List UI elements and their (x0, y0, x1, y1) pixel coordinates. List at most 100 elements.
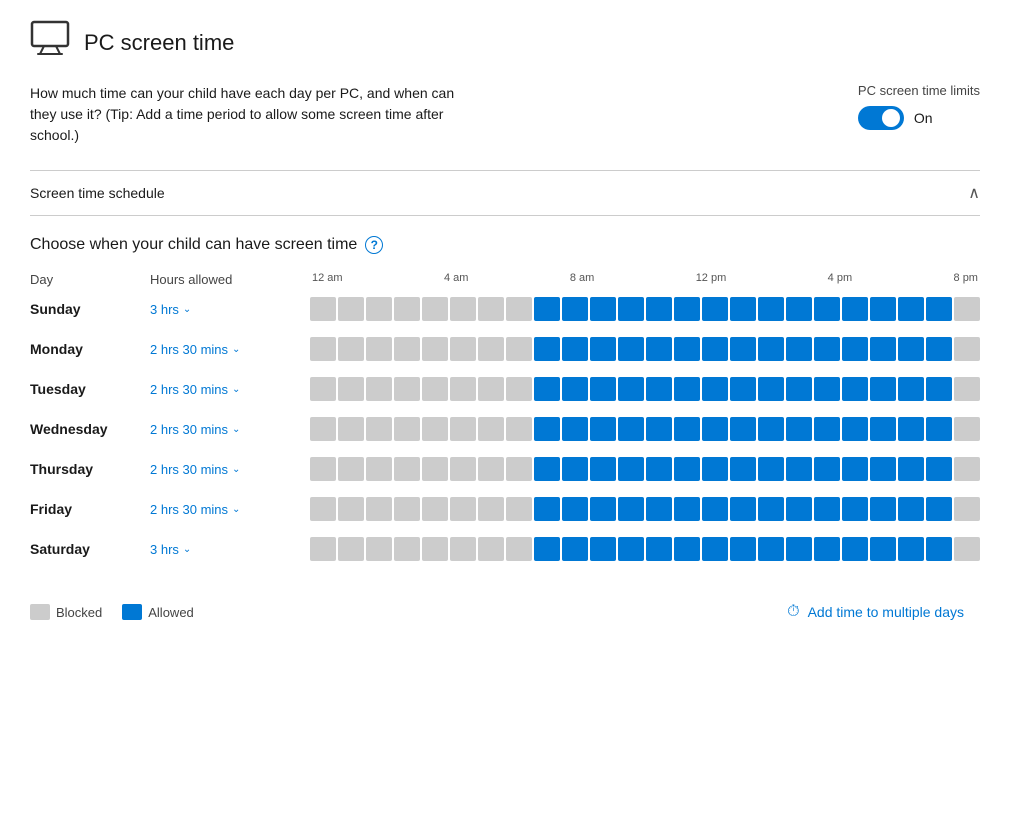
time-block[interactable] (618, 337, 644, 361)
time-block[interactable] (842, 297, 868, 321)
hours-allowed-saturday[interactable]: 3 hrs ⌄ (150, 542, 310, 557)
time-block[interactable] (954, 337, 980, 361)
time-block[interactable] (310, 537, 336, 561)
time-block[interactable] (394, 457, 420, 481)
time-block[interactable] (954, 417, 980, 441)
time-block[interactable] (394, 297, 420, 321)
time-block[interactable] (450, 457, 476, 481)
time-block[interactable] (646, 337, 672, 361)
time-block[interactable] (366, 297, 392, 321)
time-block[interactable] (338, 457, 364, 481)
time-block[interactable] (562, 497, 588, 521)
time-block[interactable] (478, 337, 504, 361)
time-block[interactable] (450, 297, 476, 321)
time-block[interactable] (926, 337, 952, 361)
time-block[interactable] (870, 537, 896, 561)
time-block[interactable] (730, 337, 756, 361)
time-block[interactable] (758, 417, 784, 441)
time-block[interactable] (562, 417, 588, 441)
time-block[interactable] (338, 537, 364, 561)
time-block[interactable] (926, 497, 952, 521)
time-block[interactable] (366, 337, 392, 361)
screen-time-toggle[interactable] (858, 106, 904, 130)
time-block[interactable] (394, 377, 420, 401)
time-block[interactable] (366, 537, 392, 561)
time-block[interactable] (842, 537, 868, 561)
time-block[interactable] (898, 417, 924, 441)
time-block[interactable] (814, 497, 840, 521)
time-block[interactable] (366, 457, 392, 481)
time-block[interactable] (534, 417, 560, 441)
time-block[interactable] (562, 457, 588, 481)
time-block[interactable] (618, 417, 644, 441)
time-block[interactable] (702, 457, 728, 481)
time-block[interactable] (506, 537, 532, 561)
time-block[interactable] (310, 457, 336, 481)
hours-allowed-sunday[interactable]: 3 hrs ⌄ (150, 302, 310, 317)
time-block[interactable] (422, 337, 448, 361)
time-block[interactable] (450, 417, 476, 441)
time-block[interactable] (394, 497, 420, 521)
time-blocks-thursday[interactable] (310, 455, 980, 483)
time-block[interactable] (646, 377, 672, 401)
time-block[interactable] (618, 377, 644, 401)
hours-allowed-monday[interactable]: 2 hrs 30 mins ⌄ (150, 342, 310, 357)
time-block[interactable] (310, 377, 336, 401)
schedule-header[interactable]: Screen time schedule ∧ (30, 170, 980, 216)
time-block[interactable] (478, 297, 504, 321)
hours-allowed-thursday[interactable]: 2 hrs 30 mins ⌄ (150, 462, 310, 477)
time-block[interactable] (422, 297, 448, 321)
time-block[interactable] (842, 457, 868, 481)
hours-allowed-wednesday[interactable]: 2 hrs 30 mins ⌄ (150, 422, 310, 437)
time-block[interactable] (310, 497, 336, 521)
time-block[interactable] (870, 377, 896, 401)
time-block[interactable] (702, 337, 728, 361)
time-block[interactable] (926, 457, 952, 481)
time-block[interactable] (730, 377, 756, 401)
time-block[interactable] (758, 457, 784, 481)
time-block[interactable] (450, 337, 476, 361)
time-block[interactable] (478, 497, 504, 521)
time-block[interactable] (590, 537, 616, 561)
time-blocks-sunday[interactable] (310, 295, 980, 323)
time-block[interactable] (366, 377, 392, 401)
time-block[interactable] (534, 297, 560, 321)
time-block[interactable] (674, 457, 700, 481)
time-block[interactable] (758, 537, 784, 561)
time-block[interactable] (674, 537, 700, 561)
time-block[interactable] (814, 337, 840, 361)
time-block[interactable] (898, 457, 924, 481)
time-block[interactable] (786, 457, 812, 481)
time-block[interactable] (814, 457, 840, 481)
time-block[interactable] (926, 297, 952, 321)
time-block[interactable] (674, 417, 700, 441)
time-block[interactable] (954, 497, 980, 521)
time-block[interactable] (534, 377, 560, 401)
hours-allowed-friday[interactable]: 2 hrs 30 mins ⌄ (150, 502, 310, 517)
time-block[interactable] (926, 377, 952, 401)
time-block[interactable] (534, 537, 560, 561)
time-block[interactable] (478, 457, 504, 481)
time-block[interactable] (786, 537, 812, 561)
time-block[interactable] (450, 377, 476, 401)
time-block[interactable] (786, 337, 812, 361)
time-block[interactable] (730, 417, 756, 441)
time-block[interactable] (450, 537, 476, 561)
time-block[interactable] (422, 457, 448, 481)
time-block[interactable] (814, 417, 840, 441)
hours-allowed-tuesday[interactable]: 2 hrs 30 mins ⌄ (150, 382, 310, 397)
time-block[interactable] (926, 537, 952, 561)
time-block[interactable] (674, 297, 700, 321)
time-block[interactable] (562, 537, 588, 561)
time-block[interactable] (338, 297, 364, 321)
time-block[interactable] (618, 497, 644, 521)
time-block[interactable] (870, 297, 896, 321)
time-blocks-saturday[interactable] (310, 535, 980, 563)
time-block[interactable] (506, 337, 532, 361)
time-block[interactable] (590, 497, 616, 521)
time-block[interactable] (842, 417, 868, 441)
time-block[interactable] (590, 457, 616, 481)
time-block[interactable] (758, 337, 784, 361)
time-block[interactable] (926, 417, 952, 441)
time-block[interactable] (506, 417, 532, 441)
